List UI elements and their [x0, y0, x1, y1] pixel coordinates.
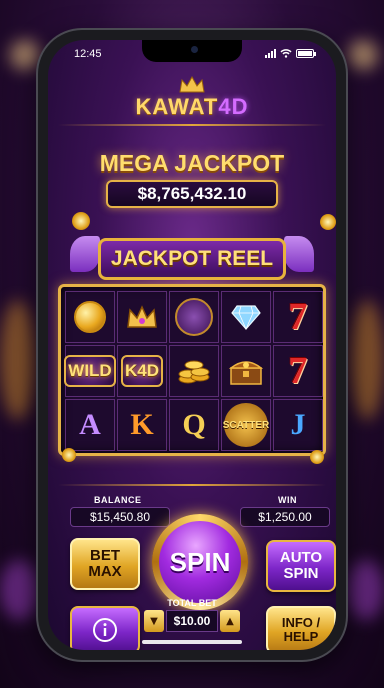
reel-cell: 7 [273, 291, 323, 343]
background-light [348, 40, 378, 70]
brand-name: KAWAT [135, 94, 219, 119]
background-light [0, 300, 36, 420]
home-indicator [142, 640, 242, 644]
letter-a-symbol: A [79, 408, 101, 441]
info-button[interactable] [70, 606, 140, 650]
seven-symbol: 7 [288, 296, 308, 338]
dragon-icon [175, 298, 213, 336]
coin-sparkle [62, 448, 76, 462]
letter-q-symbol: Q [182, 408, 206, 441]
reel-cell [221, 345, 271, 397]
reel-cell [221, 291, 271, 343]
reel-cell [169, 345, 219, 397]
background-light [0, 560, 40, 620]
win-label: WIN [278, 495, 297, 505]
info-help-button[interactable]: INFO / HELP [266, 606, 336, 650]
bet-max-button[interactable]: BET MAX [70, 538, 140, 590]
crown-logo-icon [179, 76, 205, 93]
game-screen: 12:45 KAWAT4D MEGA JACKPOT $8,765,432.10… [48, 40, 336, 650]
right-wing-ornament [284, 236, 314, 272]
letter-j-symbol: J [290, 408, 306, 441]
wild-symbol: WILD [64, 355, 116, 387]
reel-cell: WILD [64, 345, 116, 397]
background-light [10, 40, 40, 70]
jackpot-reel-banner: JACKPOT REEL [98, 238, 286, 280]
status-time: 12:45 [74, 48, 102, 60]
stats-divider [58, 484, 326, 486]
reel-cell [117, 291, 167, 343]
auto-spin-line1: AUTO [279, 549, 323, 567]
k4d-symbol: K4D [120, 355, 163, 387]
brand-logo: KAWAT4D [48, 94, 336, 120]
reel-cell: SCATTER [221, 399, 271, 451]
bet-max-line2: MAX [88, 563, 122, 580]
reel-cell: 7 [273, 345, 323, 397]
treasure-chest-icon [228, 361, 264, 385]
total-bet-value: $10.00 [166, 610, 218, 632]
battery-icon [296, 49, 316, 58]
background-light [350, 300, 384, 420]
scatter-symbol: SCATTER [223, 403, 269, 447]
seven-symbol: 7 [288, 350, 308, 392]
auto-spin-button[interactable]: AUTO SPIN [266, 540, 336, 592]
background-light [346, 560, 384, 620]
reel-grid: 7 WILD K4D 7 A K Q SCATTER J [58, 284, 326, 456]
bet-increase-button[interactable]: ▲ [220, 610, 240, 632]
coin-sparkle [310, 450, 324, 464]
auto-spin-line2: SPIN [283, 565, 319, 582]
brand-accent: 4D [218, 94, 249, 119]
coin-icon [74, 301, 106, 333]
win-value: $1,250.00 [240, 507, 330, 527]
header-divider [58, 124, 326, 126]
spin-button[interactable]: SPIN [159, 521, 241, 603]
bet-decrease-button[interactable]: ▼ [144, 610, 164, 632]
wifi-icon [280, 49, 292, 58]
signal-icon [265, 49, 276, 58]
coin-sparkle [72, 212, 90, 230]
crown-icon [127, 305, 157, 328]
info-icon [93, 618, 117, 642]
chevron-up-icon: ▲ [226, 615, 234, 627]
coin-stack-icon [178, 360, 210, 384]
reel-cell [169, 291, 219, 343]
coin-sparkle [320, 214, 336, 230]
mega-jackpot-title: MEGA JACKPOT [99, 150, 285, 176]
balance-label: BALANCE [94, 495, 142, 505]
phone-frame: 12:45 KAWAT4D MEGA JACKPOT $8,765,432.10… [38, 30, 346, 660]
info-help-line2: HELP [283, 629, 319, 644]
reel-cell [65, 291, 115, 343]
status-bar: 12:45 [48, 46, 336, 64]
reel-cell: K [117, 399, 167, 451]
jackpot-amount: $8,765,432.10 [106, 180, 278, 208]
diamond-icon [231, 305, 261, 330]
bet-max-line1: BET [90, 547, 120, 565]
reel-cell: J [273, 399, 323, 451]
left-wing-ornament [70, 236, 100, 272]
letter-k-symbol: K [130, 408, 154, 441]
reel-cell: Q [169, 399, 219, 451]
reel-cell: A [65, 399, 115, 451]
reel-cell: K4D [117, 345, 167, 397]
chevron-down-icon: ▼ [150, 615, 158, 627]
balance-value: $15,450.80 [70, 507, 170, 527]
